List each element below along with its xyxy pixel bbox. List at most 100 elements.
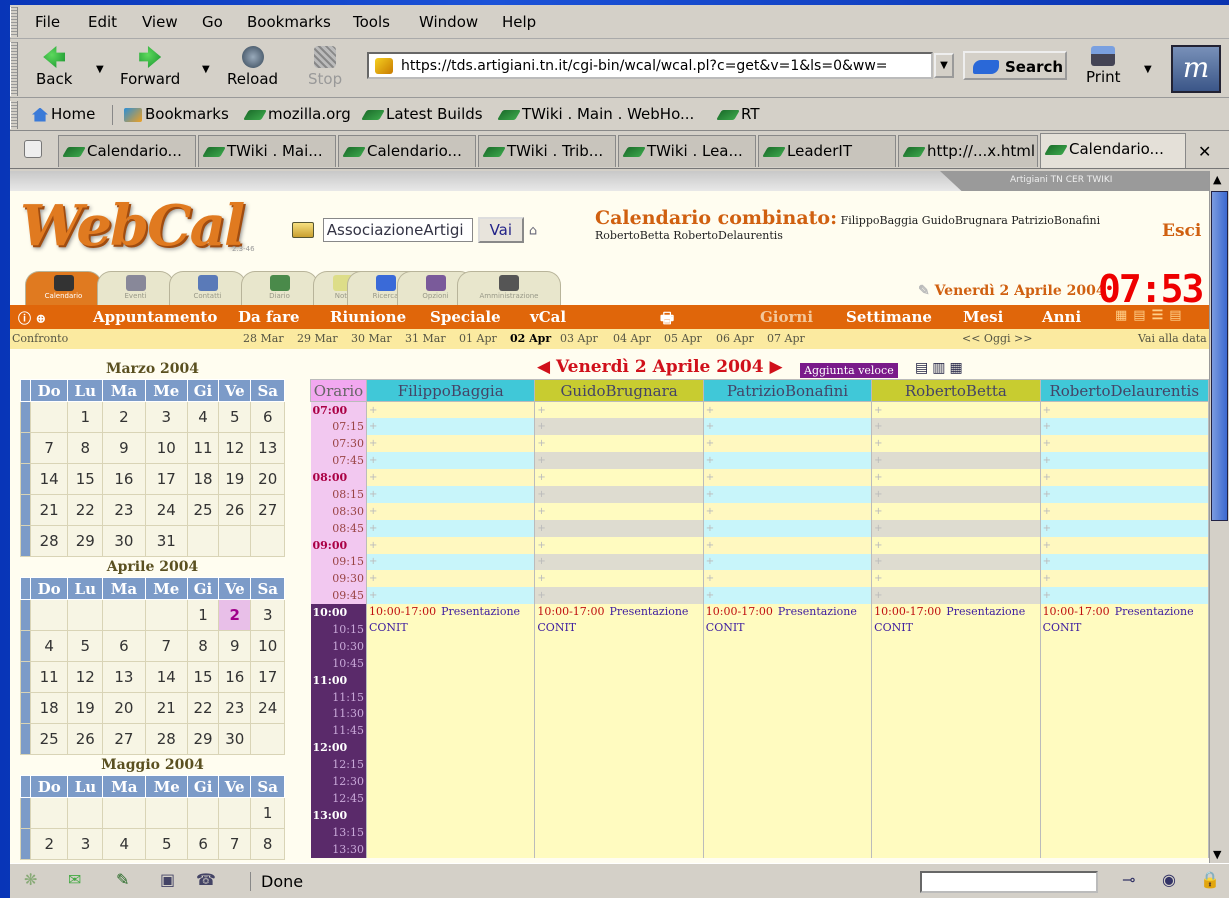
mini-calendar-title[interactable]: Maggio 2004 <box>20 757 285 775</box>
time-slot-cell[interactable]: + <box>1040 435 1209 453</box>
mozilla-logo-icon[interactable]: m <box>1171 45 1221 93</box>
day-cell[interactable]: 19 <box>67 692 104 724</box>
day-cell[interactable]: 8 <box>250 828 285 860</box>
time-slot-cell[interactable]: + <box>366 519 536 537</box>
day-cell[interactable]: 3 <box>250 599 285 631</box>
time-slot-cell[interactable]: + <box>534 435 704 453</box>
day-cell[interactable]: 6 <box>250 401 285 433</box>
day-cell[interactable]: 9 <box>218 630 252 662</box>
person-column-header[interactable]: RobertoDelaurentis <box>1039 379 1209 402</box>
time-slot-cell[interactable]: + <box>534 485 704 503</box>
menu-help[interactable]: Help <box>502 13 536 31</box>
irc-icon[interactable]: ☎ <box>196 870 216 889</box>
new-tab-icon[interactable] <box>24 140 42 158</box>
day-cell[interactable]: 16 <box>102 463 146 495</box>
toolbar-grip[interactable] <box>10 42 18 96</box>
day-cell[interactable]: 6 <box>102 630 146 662</box>
todo-link[interactable]: Da fare <box>238 308 300 326</box>
day-link[interactable]: 03 Apr <box>560 332 598 345</box>
time-slot-cell[interactable]: + <box>534 570 704 588</box>
forward-dropdown-icon[interactable]: ▼ <box>202 64 210 75</box>
time-slot-cell[interactable]: + <box>1040 469 1209 486</box>
day-cell[interactable]: 13 <box>250 432 285 464</box>
week-link[interactable] <box>20 432 31 464</box>
day-link[interactable]: 01 Apr <box>459 332 497 345</box>
day-cell[interactable]: 7 <box>144 630 188 662</box>
layout-icons[interactable]: ▦▤☰▤ <box>1115 308 1188 323</box>
event-subtitle[interactable]: CONIT <box>369 621 408 634</box>
time-slot-cell[interactable]: + <box>366 435 536 453</box>
day-cell[interactable]: 17 <box>250 661 285 693</box>
day-cell[interactable]: 10 <box>250 630 285 662</box>
time-slot-cell[interactable]: + <box>703 587 873 605</box>
day-cell[interactable]: 18 <box>29 692 69 724</box>
day-link[interactable]: 31 Mar <box>405 332 446 345</box>
day-cell[interactable]: 8 <box>67 432 104 464</box>
person-column-header[interactable]: RobertoBetta <box>871 379 1041 402</box>
lock-icon[interactable]: 🔒 <box>1200 870 1220 889</box>
day-cell[interactable]: 23 <box>102 494 146 526</box>
time-slot-cell[interactable]: + <box>534 519 704 537</box>
prev-day-icon[interactable]: ◀ <box>537 357 550 377</box>
view-days-link[interactable]: Giorni <box>760 308 813 326</box>
mini-calendar-title[interactable]: Aprile 2004 <box>20 559 285 577</box>
day-cell[interactable]: 21 <box>144 692 188 724</box>
home-link[interactable]: Home <box>32 105 95 123</box>
new-appointment-link[interactable]: Appuntamento <box>93 308 217 326</box>
tab-contatti[interactable]: Contatti <box>169 271 246 305</box>
tab-calendario[interactable]: Calendario <box>25 271 102 305</box>
day-cell[interactable]: 8 <box>186 630 220 662</box>
info-icon[interactable]: ⓘ ⊕ <box>18 308 46 327</box>
browser-tab[interactable]: http://...x.html <box>898 135 1038 167</box>
day-cell[interactable]: 1 <box>67 401 104 433</box>
time-slot-cell[interactable]: + <box>1040 587 1209 605</box>
time-slot-cell[interactable]: + <box>703 570 873 588</box>
day-cell[interactable]: 20 <box>102 692 146 724</box>
week-link[interactable] <box>20 494 31 526</box>
day-cell[interactable]: 26 <box>218 494 252 526</box>
day-cell[interactable]: 20 <box>250 463 285 495</box>
time-slot-cell[interactable]: + <box>703 519 873 537</box>
week-link[interactable] <box>20 661 31 693</box>
time-slot-cell[interactable]: + <box>366 485 536 503</box>
week-link[interactable] <box>20 692 31 724</box>
time-slot-cell[interactable]: + <box>871 536 1041 554</box>
tab-amministrazione[interactable]: Amministrazione <box>457 271 561 305</box>
time-slot-cell[interactable]: + <box>534 502 704 520</box>
week-link[interactable] <box>20 463 31 495</box>
week-link[interactable] <box>20 828 31 860</box>
day-cell[interactable]: 27 <box>102 723 146 755</box>
person-column-header[interactable]: GuidoBrugnara <box>534 379 704 402</box>
event-title[interactable]: Presentazione <box>610 605 689 618</box>
day-cell[interactable]: 5 <box>67 630 104 662</box>
time-slot-cell[interactable]: + <box>871 553 1041 571</box>
time-slot-cell[interactable]: + <box>534 418 704 436</box>
time-slot-cell[interactable]: + <box>366 570 536 588</box>
day-cell[interactable]: 2 <box>102 401 146 433</box>
scroll-up-icon[interactable]: ▲ <box>1213 173 1221 186</box>
event-block[interactable]: 10:00-17:00 Presentazione CONIT <box>534 604 704 858</box>
time-slot-cell[interactable]: + <box>703 401 873 419</box>
today-link[interactable]: << Oggi >> <box>962 332 1032 345</box>
day-cell[interactable]: 4 <box>102 828 147 860</box>
menu-edit[interactable]: Edit <box>88 13 117 31</box>
top-links[interactable]: Artigiani TN CER TWIKI <box>940 171 1209 191</box>
day-link[interactable]: 05 Apr <box>664 332 702 345</box>
day-cell[interactable]: 3 <box>67 828 104 860</box>
person-column-header[interactable]: FilippoBaggia <box>365 379 536 402</box>
day-cell[interactable]: 28 <box>29 525 69 557</box>
day-cell[interactable]: 15 <box>67 463 104 495</box>
view-months-link[interactable]: Mesi <box>963 308 1003 326</box>
event-subtitle[interactable]: CONIT <box>537 621 576 634</box>
stop-button[interactable]: Stop <box>308 46 342 88</box>
day-cell[interactable]: 22 <box>186 692 220 724</box>
print-dropdown-icon[interactable]: ▼ <box>1144 64 1152 75</box>
logout-link[interactable]: Esci <box>1162 221 1201 241</box>
menu-go[interactable]: Go <box>202 13 223 31</box>
day-cell[interactable]: 17 <box>144 463 188 495</box>
day-cell[interactable]: 11 <box>29 661 69 693</box>
day-cell[interactable]: 24 <box>144 494 188 526</box>
time-slot-cell[interactable]: + <box>534 553 704 571</box>
menu-file[interactable]: File <box>35 13 60 31</box>
meeting-link[interactable]: Riunione <box>330 308 406 326</box>
